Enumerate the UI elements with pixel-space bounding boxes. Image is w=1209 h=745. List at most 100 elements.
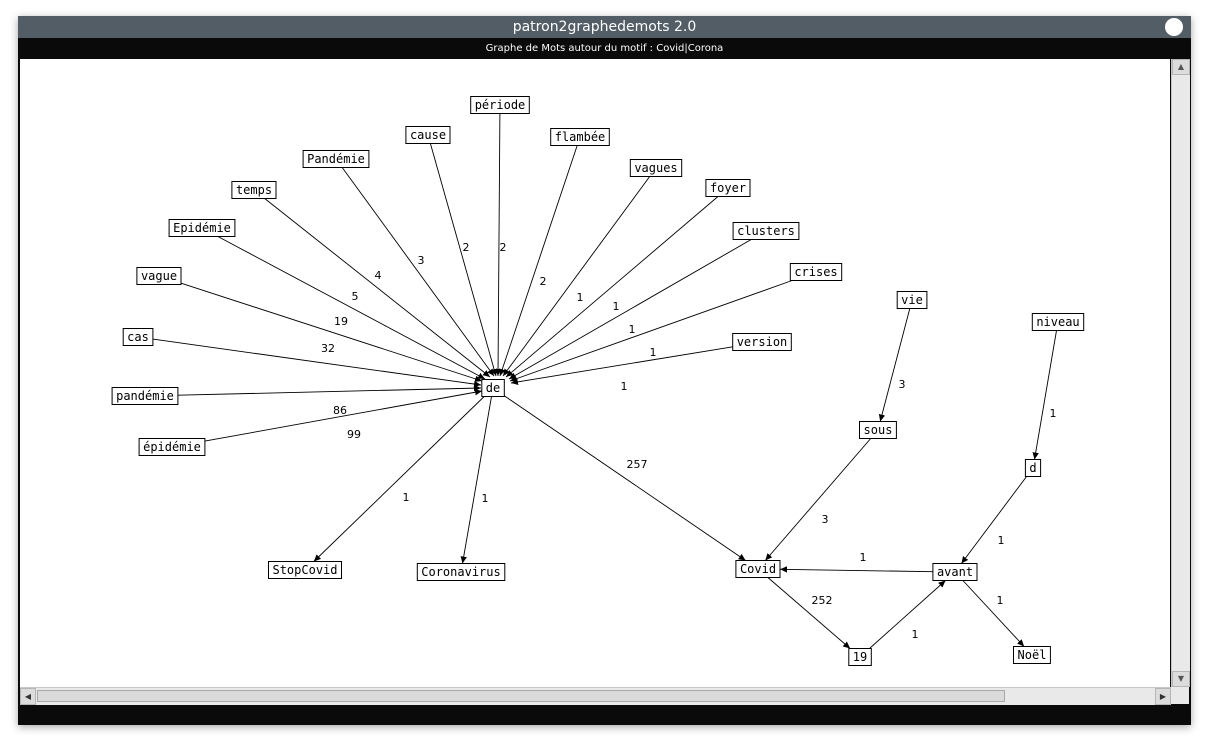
edge-clusters-to-de [508,239,752,380]
node-label: Pandémie [307,152,365,166]
node-label: période [475,98,526,112]
vertical-scrollbar[interactable]: ▲ ▼ [1171,59,1190,687]
node-label: Noël [1018,648,1047,662]
app-window: patron2graphedemots 2.0 Graphe de Mots a… [18,16,1191,725]
edge-Pandemie-to-de [341,167,495,377]
node-version[interactable]: version [732,333,792,351]
scroll-right-button[interactable]: ▶ [1155,688,1171,705]
node-label: de [486,381,500,395]
edge-crises-to-de [509,280,793,382]
edge-weight-label: 257 [627,458,648,471]
edge-weight-label: 1 [1050,407,1057,420]
node-label: vie [901,293,923,307]
node-pandemie[interactable]: pandémie [111,387,179,405]
node-label: d [1029,461,1036,475]
edge-weight-label: 3 [899,378,906,391]
node-crises[interactable]: crises [789,263,843,281]
edge-weight-label: 86 [333,404,347,417]
scrollbar-corner [1171,687,1189,704]
node-temps[interactable]: temps [231,181,277,199]
edge-pandemie-to-de [177,384,482,396]
edge-weight-label: 1 [998,534,1005,547]
node-label: crises [794,265,837,279]
node-n19[interactable]: 19 [848,648,872,666]
edge-vie-to-sous [878,308,911,422]
node-label: niveau [1036,315,1079,329]
edge-weight-label: 1 [613,300,620,313]
edge-weight-label: 3 [418,254,425,267]
edge-weight-label: 1 [912,628,919,641]
edge-weight-label: 32 [321,342,335,355]
node-vagues[interactable]: vagues [629,159,683,177]
edge-foyer-to-de [505,196,719,378]
node-label: pandémie [116,389,174,403]
edge-weight-label: 2 [500,241,507,254]
node-flambee[interactable]: flambée [550,128,610,146]
scroll-down-button[interactable]: ▼ [1172,671,1190,687]
node-epidemie[interactable]: épidémie [138,438,206,456]
edge-weight-label: 1 [482,492,489,505]
node-d[interactable]: d [1024,459,1042,477]
node-label: vague [141,269,177,283]
node-Covid[interactable]: Covid [735,560,781,578]
node-label: cas [127,330,149,344]
edge-weight-label: 1 [403,491,410,504]
edge-temps-to-de [264,198,491,378]
node-label: temps [236,183,272,197]
node-de[interactable]: de [481,379,505,397]
edge-weight-label: 1 [860,551,867,564]
node-label: Epidémie [173,221,231,235]
edge-n19-to-avant [869,580,946,649]
node-label: avant [937,565,973,579]
edge-d-to-avant [961,476,1027,564]
scroll-left-button[interactable]: ◀ [20,688,36,705]
edge-de-to-Covid [503,395,746,561]
close-window-button[interactable] [1165,18,1183,36]
edge-weight-label: 1 [629,323,636,336]
node-niveau[interactable]: niveau [1031,313,1085,331]
title-bar[interactable]: patron2graphedemots 2.0 [18,16,1191,38]
node-label: version [737,335,788,349]
node-Coronavirus[interactable]: Coronavirus [416,563,506,581]
node-Noel[interactable]: Noël [1013,646,1051,664]
edge-weight-label: 3 [822,513,829,526]
node-cause[interactable]: cause [405,126,451,144]
edge-sous-to-Covid [764,438,872,561]
window-title: patron2graphedemots 2.0 [512,19,697,35]
edge-weight-label: 2 [463,241,470,254]
edge-weight-label: 5 [352,290,359,303]
graph-title: Graphe de Mots autour du motif : Covid|C… [485,43,724,54]
node-Epidemie[interactable]: Epidémie [168,219,236,237]
node-label: foyer [710,181,746,195]
edge-niveau-to-d [1032,330,1057,460]
node-periode[interactable]: période [470,96,530,114]
node-StopCovid[interactable]: StopCovid [268,561,342,579]
node-clusters[interactable]: clusters [732,222,800,240]
node-label: 19 [853,650,867,664]
edge-weight-label: 1 [650,346,657,359]
node-vague[interactable]: vague [136,267,182,285]
edge-cas-to-de [152,338,482,388]
node-label: clusters [737,224,795,238]
node-avant[interactable]: avant [932,563,978,581]
node-label: vagues [634,161,677,175]
node-cas[interactable]: cas [122,328,154,346]
scroll-up-button[interactable]: ▲ [1172,59,1190,75]
horizontal-scrollbar[interactable]: ◀ ▶ [20,687,1171,705]
edge-flambee-to-de [499,145,578,377]
node-vie[interactable]: vie [896,291,928,309]
edge-Covid-to-n19 [767,577,851,649]
node-label: StopCovid [272,563,337,577]
edge-de-to-Coronavirus [460,396,492,564]
edge-weight-label: 19 [334,315,348,328]
node-label: sous [864,423,893,437]
graph-canvas: 2 2 2 3 1 4 1 5 1 19 1 32 1 86 99 1 1 257 3 3 1 1 1 252 1 1 pério… [20,59,1170,687]
horizontal-scroll-thumb[interactable] [37,690,1005,702]
edge-de-to-StopCovid [313,396,485,562]
node-label: Coronavirus [421,565,500,579]
node-sous[interactable]: sous [859,421,897,439]
node-Pandemie[interactable]: Pandémie [302,150,370,168]
edge-weight-label: 252 [812,594,833,607]
edge-weight-label: 4 [375,269,382,282]
node-foyer[interactable]: foyer [705,179,751,197]
